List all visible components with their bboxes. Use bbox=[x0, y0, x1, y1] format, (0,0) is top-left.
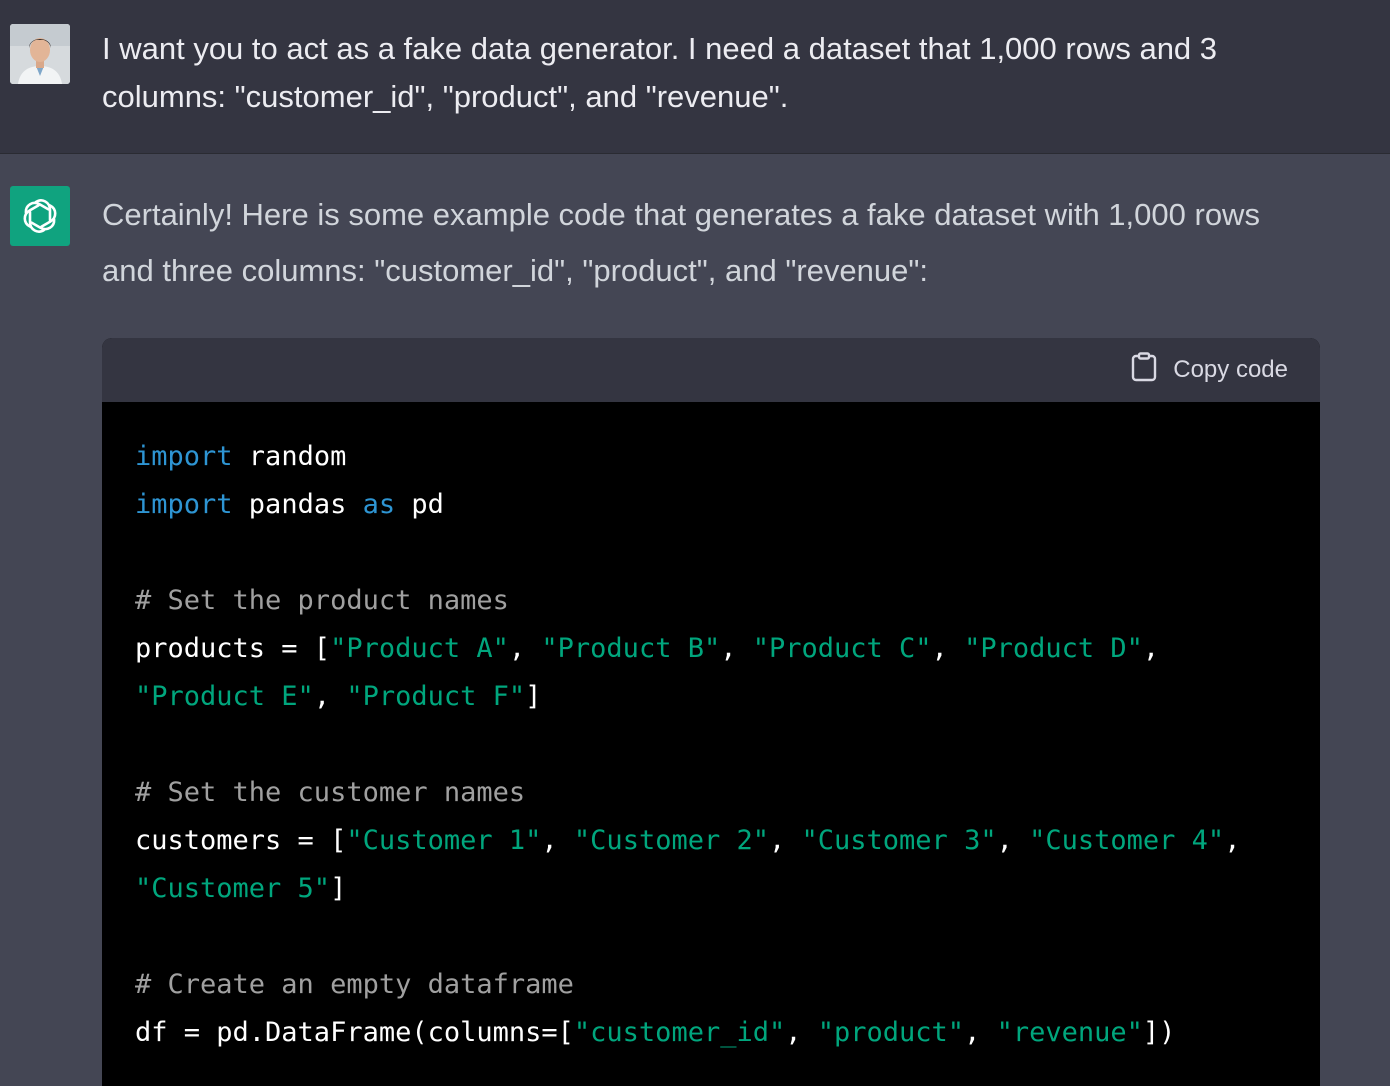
code-token: , bbox=[931, 633, 965, 664]
code-line: # Set the customer names bbox=[135, 769, 1320, 817]
string-token: "Product B" bbox=[541, 633, 721, 664]
code-token: , bbox=[508, 633, 542, 664]
string-token: "Product D" bbox=[964, 633, 1143, 664]
user-message-text: I want you to act as a fake data generat… bbox=[102, 25, 1332, 121]
string-token: "Customer 3" bbox=[801, 825, 997, 856]
string-token: "Customer 5" bbox=[135, 873, 331, 904]
code-token: , bbox=[964, 1017, 997, 1048]
user-message-line: columns: "customer_id", "product", and "… bbox=[102, 79, 789, 114]
code-content: import random import pandas as pd # Set th… bbox=[102, 402, 1320, 1057]
keyword-token: import bbox=[135, 441, 233, 472]
chatgpt-logo-icon bbox=[10, 186, 70, 246]
copy-code-label: Copy code bbox=[1173, 356, 1288, 383]
comment-token: # Create an empty dataframe bbox=[135, 969, 574, 1000]
code-token: , bbox=[785, 1017, 818, 1048]
string-token: "customer_id" bbox=[573, 1017, 786, 1048]
code-token: ] bbox=[330, 873, 347, 904]
user-message-row: I want you to act as a fake data generat… bbox=[0, 0, 1390, 154]
code-line: import random bbox=[135, 433, 1320, 481]
string-token: "Customer 2" bbox=[573, 825, 769, 856]
code-token: , bbox=[541, 825, 574, 856]
code-token: products = [ bbox=[135, 633, 331, 664]
code-token: df = pd.DataFrame(columns=[ bbox=[135, 1017, 574, 1048]
comment-token: # Set the customer names bbox=[135, 777, 526, 808]
code-token: , bbox=[720, 633, 753, 664]
string-token: "Customer 1" bbox=[346, 825, 542, 856]
code-line: products = ["Product A", "Product B", "P… bbox=[135, 625, 1320, 673]
string-token: "Product A" bbox=[330, 633, 509, 664]
code-token: ]) bbox=[1142, 1017, 1176, 1048]
code-line: import pandas as pd bbox=[135, 481, 1320, 529]
keyword-token: import bbox=[135, 489, 233, 520]
code-line: customers = ["Customer 1", "Customer 2",… bbox=[135, 817, 1320, 865]
code-token: random bbox=[232, 441, 347, 472]
code-token: , bbox=[313, 681, 347, 712]
clipboard-icon bbox=[1131, 351, 1157, 389]
code-line: # Create an empty dataframe bbox=[135, 961, 1320, 1009]
code-block-header: Copy code bbox=[102, 338, 1320, 402]
assistant-message-row: Certainly! Here is some example code tha… bbox=[0, 154, 1390, 1086]
string-token: "Product C" bbox=[752, 633, 932, 664]
string-token: "Customer 4" bbox=[1029, 825, 1225, 856]
code-line: "Product E", "Product F"] bbox=[135, 673, 1320, 721]
user-avatar bbox=[10, 24, 70, 84]
code-token: customers = [ bbox=[135, 825, 347, 856]
string-token: "Product E" bbox=[135, 681, 314, 712]
assistant-message-line: Certainly! Here is some example code tha… bbox=[102, 197, 1260, 232]
code-line: # Set the product names bbox=[135, 577, 1320, 625]
code-line: df = pd.DataFrame(columns=["customer_id"… bbox=[135, 1009, 1320, 1057]
code-token: , bbox=[769, 825, 802, 856]
comment-token: # Set the product names bbox=[135, 585, 509, 616]
code-token: , bbox=[1224, 825, 1241, 856]
string-token: "Product F" bbox=[346, 681, 526, 712]
code-token: pandas bbox=[232, 489, 363, 520]
code-token: , bbox=[996, 825, 1030, 856]
user-message-line: I want you to act as a fake data generat… bbox=[102, 31, 1218, 66]
string-token: "revenue" bbox=[996, 1017, 1143, 1048]
assistant-message-text: Certainly! Here is some example code tha… bbox=[102, 187, 1342, 299]
keyword-token: as bbox=[362, 489, 396, 520]
code-token: ] bbox=[525, 681, 542, 712]
code-line: "Customer 5"] bbox=[135, 865, 1320, 913]
code-block: Copy code import random import pandas as … bbox=[102, 338, 1320, 1086]
assistant-message-line: and three columns: "customer_id", "produ… bbox=[102, 253, 928, 288]
copy-code-button[interactable]: Copy code bbox=[1131, 351, 1288, 389]
code-token: pd bbox=[395, 489, 444, 520]
string-token: "product" bbox=[817, 1017, 965, 1048]
code-token: , bbox=[1142, 633, 1160, 664]
